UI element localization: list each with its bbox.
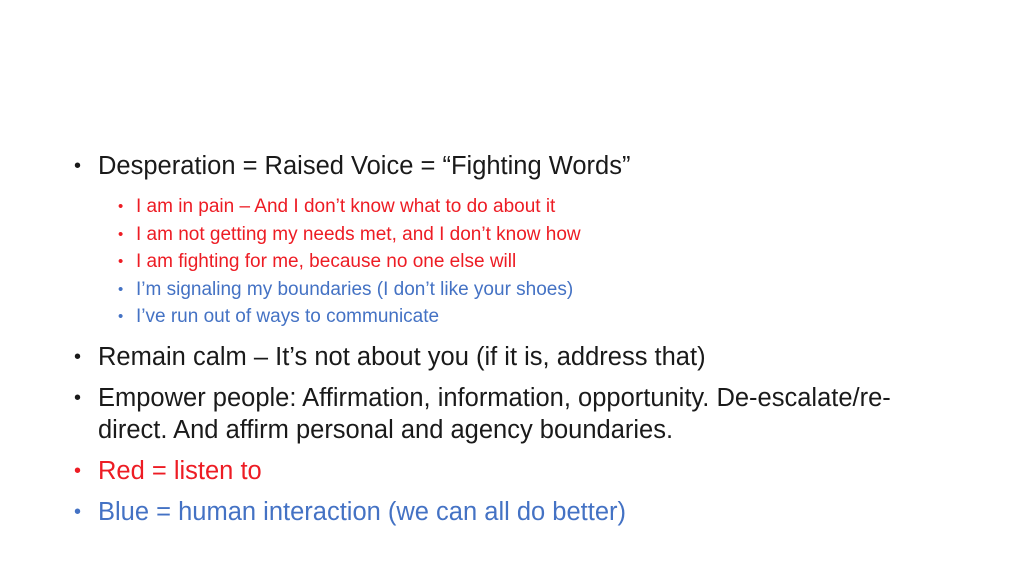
- bullet-legend-blue: • Blue = human interaction (we can all d…: [74, 496, 954, 528]
- bullet-desperation: • Desperation = Raised Voice = “Fighting…: [74, 150, 954, 182]
- bullet-marker-icon: •: [74, 386, 82, 409]
- sub-bullet-text: I am not getting my needs met, and I don…: [136, 223, 581, 245]
- bullet-text: Red = listen to: [98, 456, 262, 485]
- bullet-legend-red: • Red = listen to: [74, 455, 954, 487]
- bullet-marker-icon: •: [118, 308, 124, 325]
- bullet-remain-calm: • Remain calm – It’s not about you (if i…: [74, 341, 954, 373]
- sub-bullet-text: I am in pain – And I don’t know what to …: [136, 196, 556, 217]
- sub-bullet-needs-met: • I am not getting my needs met, and I d…: [74, 221, 954, 249]
- sub-bullet-text: I’m signaling my boundaries (I don’t lik…: [136, 278, 574, 300]
- bullet-marker-icon: •: [118, 253, 124, 270]
- bullet-text: Desperation = Raised Voice = “Fighting W…: [98, 152, 631, 180]
- bullet-marker-icon: •: [74, 459, 82, 482]
- sub-bullet-text: I am fighting for me, because no one els…: [136, 251, 517, 272]
- sub-bullet-in-pain: • I am in pain – And I don’t know what t…: [74, 193, 954, 221]
- bullet-marker-icon: •: [74, 500, 82, 523]
- bullet-marker-icon: •: [118, 225, 124, 243]
- sub-bullet-list: • I am in pain – And I don’t know what t…: [74, 193, 954, 331]
- sub-bullet-fighting-for-me: • I am fighting for me, because no one e…: [74, 248, 954, 276]
- slide: • Desperation = Raised Voice = “Fighting…: [0, 0, 1024, 576]
- bullet-marker-icon: •: [74, 345, 82, 368]
- slide-content-placeholder: • Desperation = Raised Voice = “Fighting…: [74, 150, 954, 539]
- bullet-text: Blue = human interaction (we can all do …: [98, 497, 627, 526]
- bullet-marker-icon: •: [118, 280, 124, 298]
- sub-bullet-run-out-of-ways: • I’ve run out of ways to communicate: [74, 303, 954, 331]
- bullet-marker-icon: •: [74, 155, 82, 177]
- sub-bullet-signaling-boundaries: • I’m signaling my boundaries (I don’t l…: [74, 276, 954, 304]
- bullet-text: Remain calm – It’s not about you (if it …: [98, 342, 706, 371]
- bullet-marker-icon: •: [118, 198, 124, 215]
- sub-bullet-text: I’ve run out of ways to communicate: [136, 306, 440, 327]
- bullet-text: Empower people: Affirmation, information…: [98, 383, 891, 444]
- bullet-empower-people: • Empower people: Affirmation, informati…: [74, 382, 954, 446]
